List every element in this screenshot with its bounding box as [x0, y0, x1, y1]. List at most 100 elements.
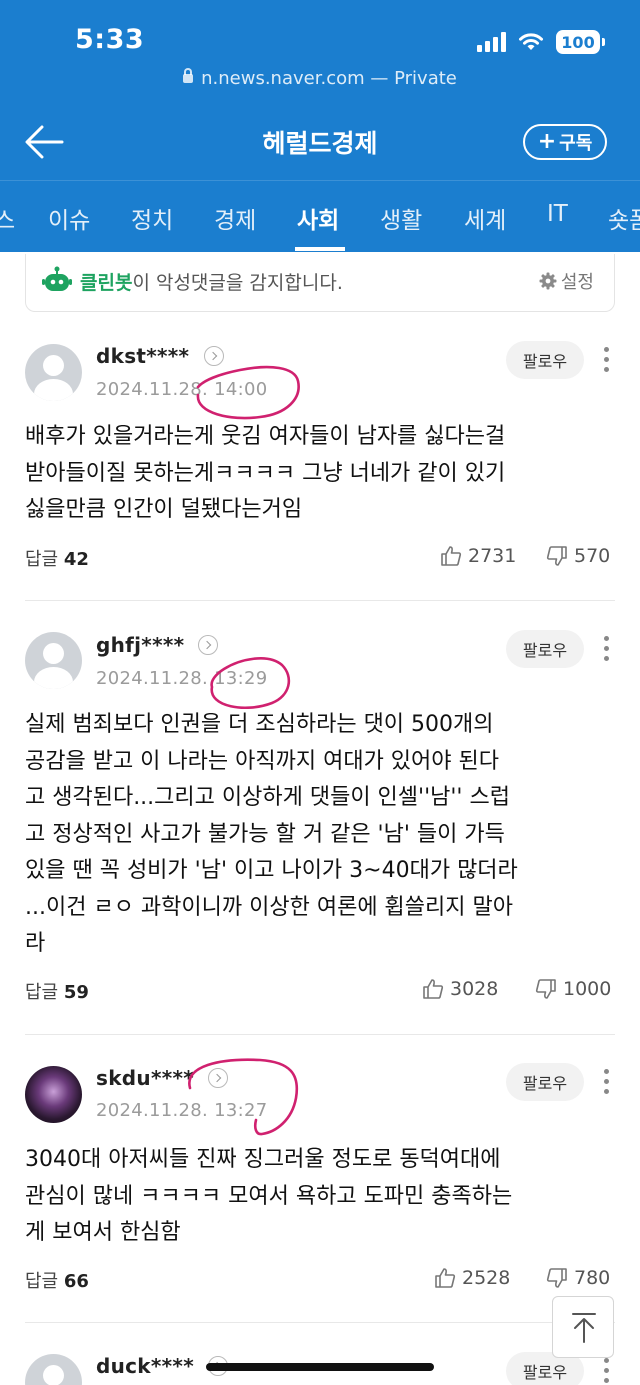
comment-line: 있을 땐 꼭 성비가 '남' 이고 나이가 3~40대가 많더라 [25, 858, 518, 883]
comment-line: 받아들이질 못하는게ㅋㅋㅋㅋ 그냥 너네가 같이 있기 [25, 460, 506, 486]
comment-text: 3040대 아저씨들 진짜 징그러울 정도로 동덕여대에 관심이 많네 ㅋㅋㅋㅋ… [25, 1142, 615, 1252]
comment-date: 2024.11.28. 14:00 [96, 379, 268, 400]
cleanbot-message: 클린봇이 악성댓글을 감지합니다. [80, 268, 343, 295]
cleanbot-settings-button[interactable]: 설정 [539, 268, 594, 294]
home-indicator [206, 1363, 434, 1371]
url-bar[interactable]: n.news.naver.com — Private [0, 68, 640, 89]
tab-item[interactable]: IT [547, 201, 568, 227]
reply-label: 답글 [25, 549, 59, 570]
subscribe-button[interactable]: + 구독 [523, 124, 607, 160]
like-button[interactable]: 2731 [440, 545, 516, 567]
wifi-icon [519, 33, 543, 50]
tab-item[interactable]: 스 [0, 201, 15, 235]
comment-username[interactable]: ghfj**** [96, 633, 184, 657]
chevron-right-icon[interactable] [204, 346, 224, 366]
private-label: — Private [370, 68, 457, 89]
like-button[interactable]: 2528 [434, 1267, 510, 1289]
tab-item[interactable]: 경제 [214, 201, 256, 235]
battery-icon: 100 [556, 30, 605, 54]
settings-label: 설정 [560, 272, 594, 293]
plus-icon: + [537, 129, 557, 154]
like-count: 3028 [450, 978, 499, 1000]
active-tab-indicator [295, 247, 345, 251]
more-options-icon[interactable] [604, 1358, 610, 1384]
comment-line: 실제 범죄보다 인권을 더 조심하라는 댓이 500개의 [25, 712, 494, 737]
tab-item[interactable]: 이슈 [48, 201, 90, 235]
url-domain: n.news.naver.com [201, 68, 365, 89]
scroll-top-button[interactable] [552, 1296, 614, 1358]
comment-text: 배후가 있을거라는게 웃김 여자들이 남자를 싫다는걸 받아들이질 못하는게ㅋㅋ… [25, 419, 615, 529]
gear-icon [539, 272, 557, 290]
comment-line: 공감을 받고 이 나라는 아직까지 여대가 있어야 된다 [25, 748, 499, 774]
like-count: 2731 [468, 545, 517, 567]
lock-icon [183, 68, 194, 83]
status-icons: 100 [477, 30, 605, 54]
tab-item[interactable]: 세계 [464, 201, 506, 235]
reply-button[interactable]: 답글 42 [25, 545, 89, 571]
tab-item-active[interactable]: 사회 [297, 201, 339, 235]
app-header: 5:33 100 n.news.naver.com — Private 헤럴드경… [0, 0, 640, 252]
tab-item[interactable]: 정치 [131, 201, 173, 235]
comment-line: 게 보여서 한심함 [25, 1220, 181, 1245]
cleanbot-name: 클린봇 [80, 272, 133, 294]
more-options-icon[interactable] [604, 347, 610, 373]
follow-button[interactable]: 팔로우 [506, 341, 584, 379]
chevron-right-icon[interactable] [208, 1068, 228, 1088]
comment-date: 2024.11.28. 13:29 [96, 668, 268, 689]
tab-item[interactable]: 숏폼 [608, 201, 640, 235]
comment-text: 실제 범죄보다 인권을 더 조심하라는 댓이 500개의 공감을 받고 이 나라… [25, 707, 615, 963]
avatar[interactable] [25, 1066, 82, 1123]
reply-label: 답글 [25, 1271, 59, 1292]
thumbs-down-icon [535, 979, 556, 999]
follow-button[interactable]: 팔로우 [506, 1063, 584, 1101]
reply-count: 42 [63, 549, 89, 570]
reply-button[interactable]: 답글 59 [25, 978, 89, 1004]
arrow-up-icon [572, 1313, 596, 1343]
avatar[interactable] [25, 344, 82, 401]
dislike-button[interactable]: 780 [546, 1267, 610, 1289]
dislike-button[interactable]: 1000 [535, 978, 611, 1000]
reply-button[interactable]: 답글 66 [25, 1267, 89, 1293]
annotation-circle [188, 1058, 299, 1136]
signal-icon [477, 32, 506, 52]
subscribe-label: 구독 [559, 133, 593, 154]
cleanbot-robot-icon [42, 266, 72, 291]
dislike-count: 780 [574, 1267, 611, 1289]
avatar[interactable] [25, 1354, 82, 1385]
chevron-right-icon[interactable] [198, 635, 218, 655]
thumbs-up-icon [423, 979, 444, 999]
more-options-icon[interactable] [604, 1069, 610, 1095]
reply-count: 66 [63, 1271, 89, 1292]
comment-line: 3040대 아저씨들 진짜 징그러울 정도로 동덕여대에 [25, 1147, 501, 1172]
comment-username[interactable]: skdu**** [96, 1066, 194, 1090]
comment-line: 관심이 많네 ㅋㅋㅋㅋ 모여서 욕하고 도파민 충족하는 [25, 1183, 513, 1209]
like-count: 2528 [462, 1267, 511, 1289]
dislike-button[interactable]: 570 [546, 545, 610, 567]
comment-username[interactable]: dkst**** [96, 344, 189, 368]
reply-count: 59 [63, 982, 89, 1003]
dislike-count: 570 [574, 545, 611, 567]
thumbs-up-icon [435, 1268, 456, 1288]
avatar[interactable] [25, 632, 82, 689]
comment-date: 2024.11.28. 13:27 [96, 1100, 268, 1121]
comment-line: ...이건 ㄹㅇ 과학이니까 이상한 여론에 휩쓸리지 말아 [25, 894, 513, 920]
comment-line: 고 생각된다...그리고 이상하게 댓들이 인셀''남'' 스럽 [25, 785, 510, 810]
category-tabs: 스 이슈 정치 경제 사회 생활 세계 IT 숏폼 [0, 180, 640, 252]
tab-item[interactable]: 생활 [380, 201, 422, 235]
comment-line: 고 정상적인 사고가 불가능 할 거 같은 '남' 들이 가득 [25, 821, 505, 847]
comment-divider [25, 1034, 615, 1035]
comment-divider [25, 1322, 615, 1323]
thumbs-down-icon [546, 1268, 567, 1288]
reply-label: 답글 [25, 982, 59, 1003]
follow-button[interactable]: 팔로우 [506, 630, 584, 668]
cleanbot-text: 이 악성댓글을 감지합니다. [132, 272, 343, 294]
dislike-count: 1000 [563, 978, 612, 1000]
cleanbot-bar: 클린봇이 악성댓글을 감지합니다. 설정 [25, 254, 615, 312]
comment-line: 라 [25, 931, 46, 956]
thumbs-down-icon [546, 546, 567, 566]
status-time: 5:33 [75, 24, 145, 55]
like-button[interactable]: 3028 [422, 978, 498, 1000]
comment-line: 배후가 있을거라는게 웃김 여자들이 남자를 싫다는걸 [25, 424, 506, 449]
more-options-icon[interactable] [604, 636, 610, 662]
comment-username[interactable]: duck**** [96, 1354, 194, 1378]
